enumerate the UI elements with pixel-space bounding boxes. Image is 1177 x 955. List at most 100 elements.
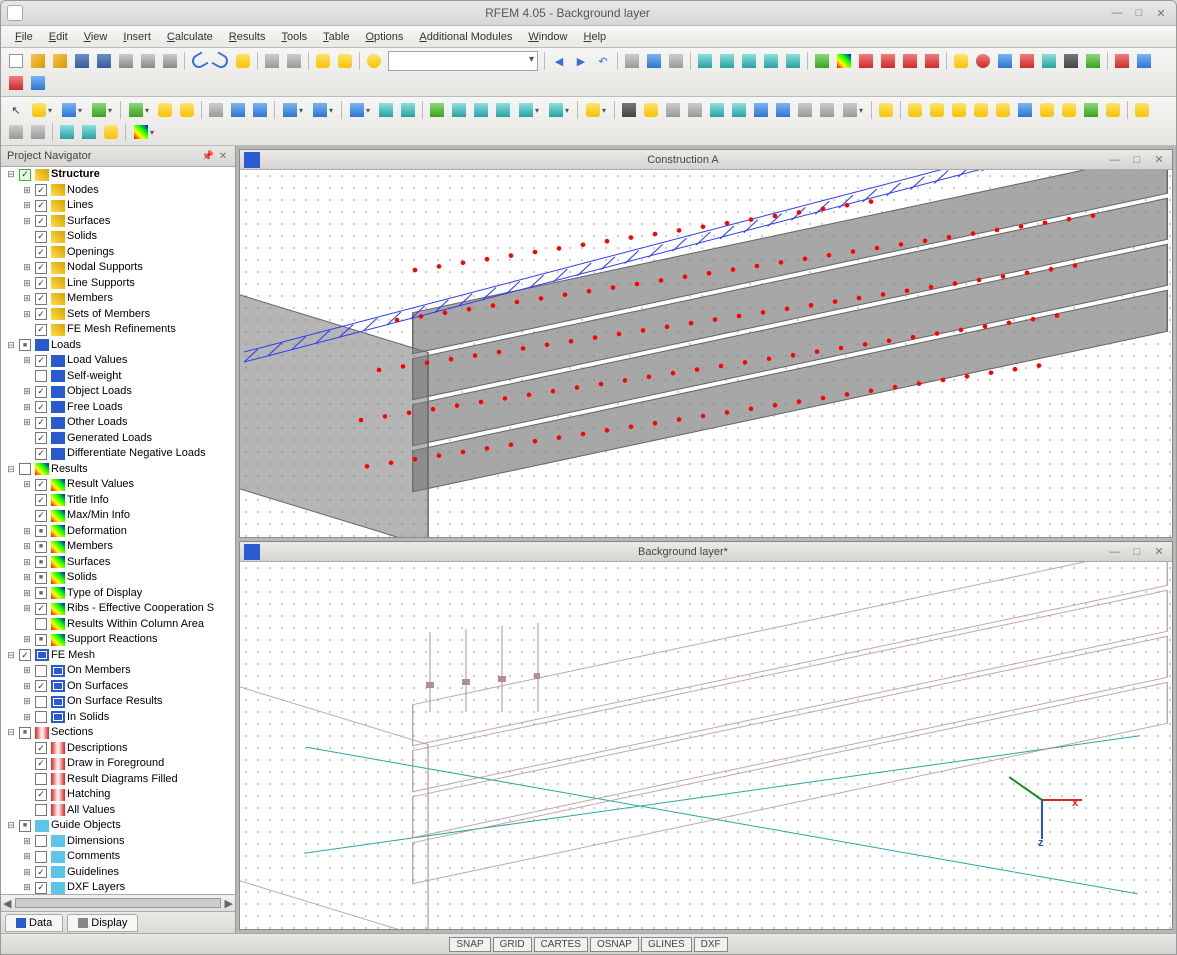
checkbox[interactable]: ■ <box>35 525 47 537</box>
checkbox[interactable]: ✓ <box>35 680 47 692</box>
expand-icon[interactable]: ⊞ <box>21 183 33 199</box>
view-canvas-bottom[interactable]: x z <box>240 562 1172 929</box>
expand-icon[interactable]: ⊞ <box>21 865 33 881</box>
tree-item[interactable]: ✓Openings <box>1 245 235 261</box>
nav-prev-button[interactable]: ◀ <box>549 51 569 71</box>
grid2-button[interactable] <box>284 51 304 71</box>
tab-display[interactable]: Display <box>67 914 138 932</box>
nav-up-button[interactable]: ↶ <box>593 51 613 71</box>
tree-item[interactable]: All Values <box>1 803 235 819</box>
stool2-button[interactable] <box>641 100 661 120</box>
zoom-extents-button[interactable] <box>622 51 642 71</box>
load2-button[interactable] <box>449 100 469 120</box>
ax3-button[interactable] <box>28 122 48 142</box>
checkbox[interactable]: ✓ <box>35 401 47 413</box>
tree-item[interactable]: Self-weight <box>1 369 235 385</box>
load4-button[interactable] <box>493 100 513 120</box>
view-minimize-button[interactable]: — <box>1106 544 1124 560</box>
horizontal-scrollbar[interactable]: ◀ ▶ <box>1 894 235 911</box>
checkbox[interactable]: ✓ <box>35 184 47 196</box>
expand-icon[interactable]: ⊞ <box>21 694 33 710</box>
menu-tools[interactable]: Tools <box>273 28 315 46</box>
tree-item[interactable]: ⊞Dimensions <box>1 834 235 850</box>
filter3-button[interactable] <box>739 51 759 71</box>
tree-item[interactable]: ✓Title Info <box>1 493 235 509</box>
menu-additional-modules[interactable]: Additional Modules <box>411 28 520 46</box>
expand-icon[interactable]: ⊞ <box>21 291 33 307</box>
checkbox[interactable] <box>35 618 47 630</box>
grid-button[interactable] <box>262 51 282 71</box>
expand-icon[interactable]: ⊞ <box>21 477 33 493</box>
checkbox[interactable]: ✓ <box>35 866 47 878</box>
scroll-right-icon[interactable]: ▶ <box>225 897 233 910</box>
print-setup-button[interactable] <box>116 51 136 71</box>
print-preview-button[interactable] <box>160 51 180 71</box>
menu-options[interactable]: Options <box>357 28 411 46</box>
tree-item[interactable]: ⊟■Loads <box>1 338 235 354</box>
checkbox[interactable] <box>35 370 47 382</box>
stool7-button[interactable] <box>751 100 771 120</box>
res1-button[interactable] <box>57 122 77 142</box>
expand-icon[interactable]: ⊞ <box>21 307 33 323</box>
tool7-button[interactable] <box>1083 51 1103 71</box>
checkbox[interactable]: ✓ <box>35 215 47 227</box>
support-tool[interactable] <box>279 100 307 120</box>
checkbox[interactable]: ✓ <box>35 603 47 615</box>
menu-view[interactable]: View <box>76 28 116 46</box>
ax1-button[interactable] <box>1132 100 1152 120</box>
stool5-button[interactable] <box>707 100 727 120</box>
line-tool[interactable] <box>28 100 56 120</box>
theme-button[interactable] <box>364 51 384 71</box>
checkbox[interactable]: ■ <box>35 572 47 584</box>
new-button[interactable] <box>6 51 26 71</box>
pdf-button[interactable] <box>6 73 26 93</box>
tool4-button[interactable] <box>1017 51 1037 71</box>
ax2-button[interactable] <box>6 122 26 142</box>
tree-item[interactable]: ⊞On Surface Results <box>1 694 235 710</box>
tree-item[interactable]: ⊞✓Load Values <box>1 353 235 369</box>
circle-tool[interactable] <box>88 100 116 120</box>
collapse-icon[interactable]: ⊟ <box>5 462 17 478</box>
tree-item[interactable]: ⊞■Members <box>1 539 235 555</box>
project2-button[interactable] <box>250 100 270 120</box>
menu-edit[interactable]: Edit <box>41 28 76 46</box>
zoom-in-button[interactable] <box>666 51 686 71</box>
tree-item[interactable]: ⊞■Type of Display <box>1 586 235 602</box>
res2-button[interactable] <box>79 122 99 142</box>
loads-button[interactable] <box>812 51 832 71</box>
nav-next-button[interactable]: ▶ <box>571 51 591 71</box>
collapse-icon[interactable]: ⊟ <box>5 818 17 834</box>
tree-item[interactable]: ⊟■Sections <box>1 725 235 741</box>
checkbox[interactable] <box>35 711 47 723</box>
checkbox[interactable]: ■ <box>35 556 47 568</box>
sec6-button[interactable] <box>1015 100 1035 120</box>
checkbox[interactable] <box>35 696 47 708</box>
checkbox[interactable]: ■ <box>19 339 31 351</box>
stool11-tool[interactable] <box>839 100 867 120</box>
tree-item[interactable]: ⊞✓Free Loads <box>1 400 235 416</box>
checkbox[interactable]: ✓ <box>35 231 47 243</box>
tree-item[interactable]: ⊞✓On Surfaces <box>1 679 235 695</box>
tree-item[interactable]: ⊞✓Result Values <box>1 477 235 493</box>
tree-item[interactable]: ✓Hatching <box>1 787 235 803</box>
tool1-button[interactable] <box>951 51 971 71</box>
release-tool[interactable] <box>309 100 337 120</box>
menu-results[interactable]: Results <box>221 28 274 46</box>
checkbox[interactable]: ■ <box>19 727 31 739</box>
sec10-button[interactable] <box>1103 100 1123 120</box>
tree-item[interactable]: ⊞✓Guidelines <box>1 865 235 881</box>
checkbox[interactable]: ✓ <box>35 479 47 491</box>
menu-table[interactable]: Table <box>315 28 357 46</box>
res3-button[interactable] <box>101 122 121 142</box>
load6-tool[interactable] <box>545 100 573 120</box>
menu-insert[interactable]: Insert <box>115 28 159 46</box>
filter1-button[interactable] <box>695 51 715 71</box>
save-button[interactable] <box>72 51 92 71</box>
checkbox[interactable] <box>19 463 31 475</box>
print-button[interactable] <box>138 51 158 71</box>
expand-icon[interactable]: ⊞ <box>21 415 33 431</box>
checkbox[interactable]: ✓ <box>35 200 47 212</box>
navigator-tree[interactable]: ⊟✓Structure⊞✓Nodes⊞✓Lines⊞✓Surfaces✓Soli… <box>1 167 235 894</box>
expand-icon[interactable]: ⊞ <box>21 834 33 850</box>
checkbox[interactable]: ■ <box>35 634 47 646</box>
